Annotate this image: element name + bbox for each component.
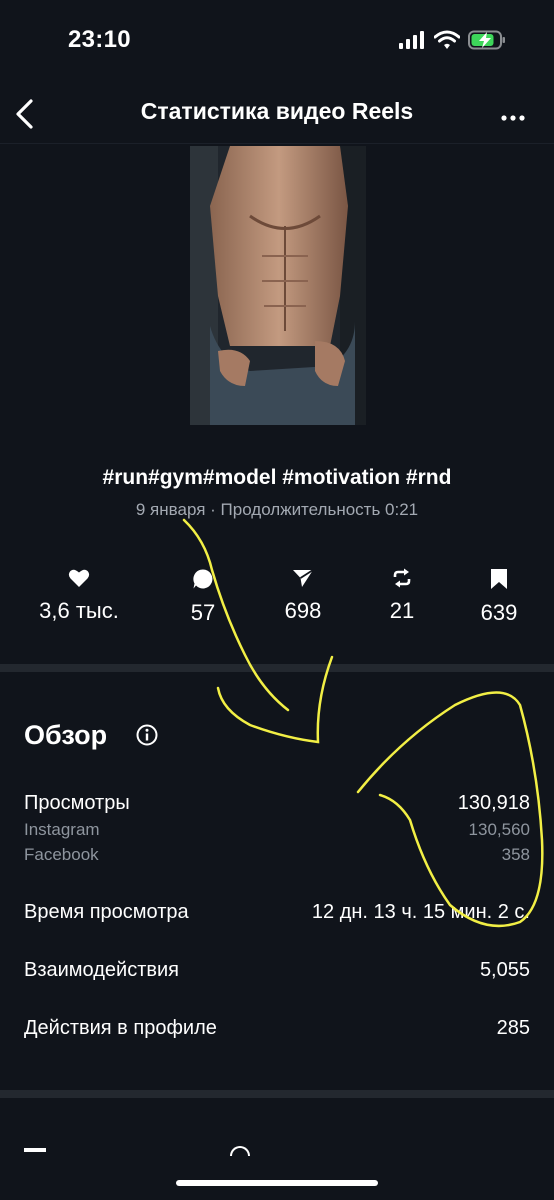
home-indicator	[176, 1180, 378, 1186]
annotation-overlay	[182, 518, 544, 928]
